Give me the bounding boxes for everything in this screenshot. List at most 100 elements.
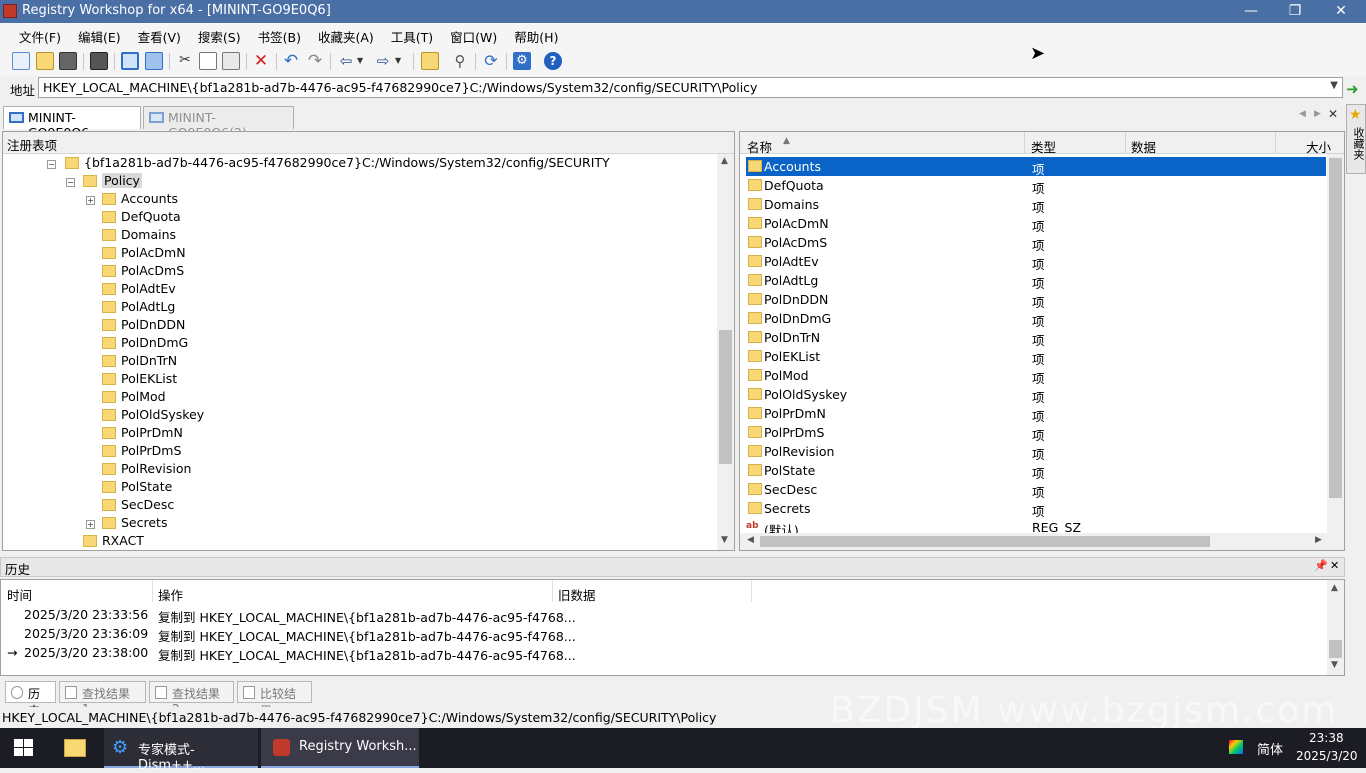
open-icon[interactable] bbox=[36, 52, 54, 70]
menu-search[interactable]: 搜索(S) bbox=[189, 23, 249, 47]
scroll-thumb[interactable] bbox=[719, 330, 732, 464]
tree-item[interactable]: PolPrDmN bbox=[102, 425, 183, 443]
list-row[interactable]: Accounts 项 bbox=[746, 157, 1326, 177]
menu-help[interactable]: 帮助(H) bbox=[505, 23, 566, 47]
menu-tools[interactable]: 工具(T) bbox=[382, 23, 441, 47]
col-old-header[interactable]: 旧数据 bbox=[558, 585, 596, 604]
history-row[interactable]: → 2025/3/20 23:38:00 复制到 HKEY_LOCAL_MACHIN… bbox=[1, 645, 1321, 664]
ime-indicator[interactable]: 简体 bbox=[1257, 739, 1283, 758]
list-row[interactable]: PolDnDmG 项 bbox=[746, 309, 1326, 329]
tree-item[interactable]: PolAcDmS bbox=[102, 263, 184, 281]
tree-item[interactable]: DefQuota bbox=[102, 209, 181, 227]
tab-active[interactable]: MININT-GO9E0Q6 bbox=[3, 106, 141, 140]
scroll-down-icon[interactable]: ▼ bbox=[1331, 660, 1338, 670]
tab-compare-results[interactable]: 比较结果 bbox=[237, 681, 312, 718]
list-scrollbar[interactable] bbox=[1327, 154, 1344, 534]
tree-item[interactable]: PolDnTrN bbox=[102, 353, 177, 371]
list-row[interactable]: PolAcDmN 项 bbox=[746, 214, 1326, 234]
list-row[interactable]: PolAdtLg 项 bbox=[746, 271, 1326, 291]
list-row[interactable]: SecDesc 项 bbox=[746, 480, 1326, 500]
tree-item-policy[interactable]: Policy bbox=[83, 173, 142, 191]
settings-icon[interactable]: ⚙ bbox=[513, 52, 531, 70]
scroll-up-icon[interactable]: ▲ bbox=[1331, 583, 1338, 593]
clock-time[interactable]: 23:38 bbox=[1309, 731, 1344, 745]
list-row[interactable]: PolAdtEv 项 bbox=[746, 252, 1326, 272]
menu-window[interactable]: 窗口(W) bbox=[441, 23, 505, 47]
minimize-button[interactable]: — bbox=[1228, 0, 1274, 23]
tab-find-results-2[interactable]: 查找结果 2 bbox=[149, 681, 234, 716]
scroll-left-icon[interactable]: ◀ bbox=[747, 535, 754, 545]
taskbar-item-registry[interactable]: Registry Worksh... bbox=[261, 728, 419, 768]
menu-bookmarks[interactable]: 书签(B) bbox=[249, 23, 309, 47]
tree-item[interactable]: PolAdtEv bbox=[102, 281, 176, 299]
redo-icon[interactable]: ↷ bbox=[306, 52, 324, 70]
paste-icon[interactable] bbox=[222, 52, 240, 70]
list-row[interactable]: DefQuota 项 bbox=[746, 176, 1326, 196]
col-type-header[interactable]: 类型 bbox=[1031, 137, 1056, 156]
scroll-down-icon[interactable]: ▼ bbox=[721, 535, 728, 545]
list-row[interactable]: PolDnDDN 项 bbox=[746, 290, 1326, 310]
forward-icon[interactable]: ⇨ bbox=[374, 52, 392, 70]
cut-icon[interactable]: ✂ bbox=[176, 52, 194, 70]
history-row[interactable]: 2025/3/20 23:36:09 复制到 HKEY_LOCAL_MACHINE… bbox=[1, 626, 1321, 645]
back-icon[interactable]: ⇦ bbox=[337, 52, 355, 70]
menu-view[interactable]: 查看(V) bbox=[129, 23, 189, 47]
color-app-icon[interactable] bbox=[1229, 740, 1243, 754]
go-arrow-icon[interactable]: ➜ bbox=[1346, 80, 1359, 98]
tree-item[interactable]: PolDnDmG bbox=[102, 335, 188, 353]
history-row[interactable]: 2025/3/20 23:33:56 复制到 HKEY_LOCAL_MACHINE… bbox=[1, 607, 1321, 626]
menu-file[interactable]: 文件(F) bbox=[10, 23, 69, 47]
close-button[interactable]: ✕ bbox=[1318, 0, 1364, 23]
save-icon[interactable] bbox=[59, 52, 77, 70]
col-data-header[interactable]: 数据 bbox=[1131, 137, 1156, 156]
forward-dropdown-icon[interactable]: ▼ bbox=[395, 52, 405, 70]
address-dropdown-icon[interactable]: ▼ bbox=[1330, 80, 1338, 91]
tree-item-rxact[interactable]: RXACT bbox=[83, 533, 144, 550]
list-row[interactable]: PolMod 项 bbox=[746, 366, 1326, 386]
find-icon[interactable]: ⚲ bbox=[451, 52, 469, 70]
tree-item[interactable]: PolAdtLg bbox=[102, 299, 175, 317]
tree-item[interactable]: PolEKList bbox=[102, 371, 177, 389]
list-row[interactable]: PolPrDmN 项 bbox=[746, 404, 1326, 424]
refresh-icon[interactable]: ⟳ bbox=[482, 52, 500, 70]
tree-item[interactable]: PolPrDmS bbox=[102, 443, 181, 461]
expand-toggle[interactable]: + bbox=[86, 196, 95, 205]
connect-computer-icon[interactable] bbox=[121, 52, 139, 70]
list-row[interactable]: PolAcDmS 项 bbox=[746, 233, 1326, 253]
history-close-icon[interactable]: ✕ bbox=[1330, 559, 1339, 572]
favorites-strip[interactable]: ★ 收藏夹 bbox=[1346, 104, 1366, 174]
expand-toggle[interactable]: + bbox=[86, 520, 95, 529]
menu-edit[interactable]: 编辑(E) bbox=[69, 23, 129, 47]
tree-item[interactable]: PolRevision bbox=[102, 461, 191, 479]
list-row[interactable]: PolRevision 项 bbox=[746, 442, 1326, 462]
tree-item[interactable]: PolAcDmN bbox=[102, 245, 186, 263]
scroll-thumb[interactable] bbox=[1329, 640, 1342, 658]
list-row[interactable]: PolOldSyskey 项 bbox=[746, 385, 1326, 405]
scroll-up-icon[interactable]: ▲ bbox=[721, 156, 728, 166]
delete-icon[interactable]: ✕ bbox=[252, 52, 270, 70]
copy-icon[interactable] bbox=[199, 52, 217, 70]
export-icon[interactable] bbox=[90, 52, 108, 70]
parent-folder-icon[interactable] bbox=[421, 52, 439, 70]
col-name-header[interactable]: 名称 bbox=[747, 137, 772, 156]
tree-root-item[interactable]: {bf1a281b-ad7b-4476-ac95-f47682990ce7}C:… bbox=[65, 155, 610, 173]
undo-icon[interactable]: ↶ bbox=[282, 52, 300, 70]
tab-inactive[interactable]: MININT-GO9E0Q6(2) bbox=[143, 106, 294, 140]
address-input[interactable]: HKEY_LOCAL_MACHINE\{bf1a281b-ad7b-4476-a… bbox=[38, 77, 1343, 98]
taskbar-item-dism[interactable]: ⚙ 专家模式-Dism++... bbox=[104, 728, 258, 773]
menu-favorites[interactable]: 收藏夹(A) bbox=[309, 23, 382, 47]
list-row[interactable]: PolPrDmS 项 bbox=[746, 423, 1326, 443]
file-explorer-icon[interactable] bbox=[64, 739, 86, 757]
tree-item[interactable]: Domains bbox=[102, 227, 176, 245]
tab-close-icon[interactable]: ✕ bbox=[1328, 107, 1338, 121]
list-row[interactable]: PolState 项 bbox=[746, 461, 1326, 481]
list-row[interactable]: Secrets 项 bbox=[746, 499, 1326, 519]
new-icon[interactable] bbox=[12, 52, 30, 70]
windows-start-icon[interactable] bbox=[14, 739, 34, 757]
clock-date[interactable]: 2025/3/20 bbox=[1296, 749, 1358, 763]
collapse-toggle[interactable]: − bbox=[66, 178, 75, 187]
collapse-toggle[interactable]: − bbox=[47, 160, 56, 169]
tree-item[interactable]: PolMod bbox=[102, 389, 166, 407]
help-icon[interactable]: ? bbox=[544, 52, 562, 70]
tab-find-results-1[interactable]: 查找结果 1 bbox=[59, 681, 146, 716]
